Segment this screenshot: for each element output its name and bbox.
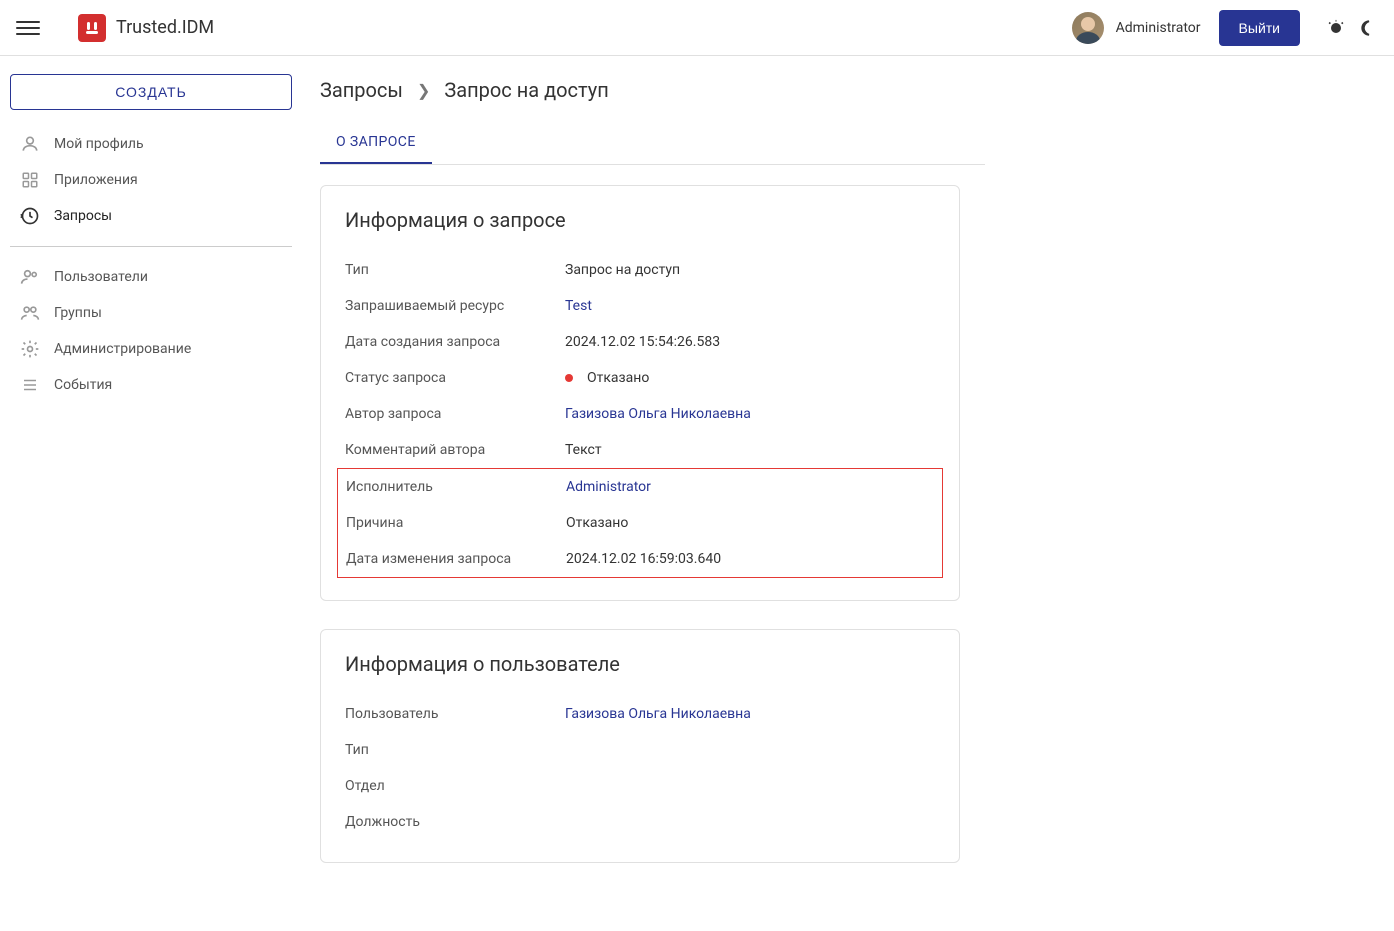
field-label: Исполнитель bbox=[346, 479, 566, 495]
row-resource: Запрашиваемый ресурс Test bbox=[345, 288, 935, 324]
status-badge: Отказано bbox=[565, 370, 649, 386]
author-link[interactable]: Газизова Ольга Николаевна bbox=[565, 406, 751, 422]
field-label: Запрашиваемый ресурс bbox=[345, 298, 565, 314]
breadcrumb-root[interactable]: Запросы bbox=[320, 78, 403, 102]
theme-toggle-icon[interactable] bbox=[1324, 16, 1348, 40]
field-value: 2024.12.02 15:54:26.583 bbox=[565, 334, 720, 350]
tab-about[interactable]: О ЗАПРОСЕ bbox=[320, 122, 432, 164]
field-value: Текст bbox=[565, 442, 602, 458]
app-title: Trusted.IDM bbox=[116, 17, 214, 38]
card-title: Информация о запросе bbox=[345, 208, 935, 232]
create-button[interactable]: СОЗДАТЬ bbox=[10, 74, 292, 110]
sidebar-item-apps[interactable]: Приложения bbox=[10, 162, 292, 198]
row-comment: Комментарий автора Текст bbox=[345, 432, 935, 468]
status-dot-icon bbox=[565, 374, 573, 382]
sidebar-item-admin[interactable]: Администрирование bbox=[10, 331, 292, 367]
executor-link[interactable]: Administrator bbox=[566, 479, 651, 495]
topbar: Trusted.IDM Administrator Выйти bbox=[0, 0, 1394, 56]
row-department: Отдел bbox=[345, 768, 935, 804]
sidebar-item-profile[interactable]: Мой профиль bbox=[10, 126, 292, 162]
row-status: Статус запроса Отказано bbox=[345, 360, 935, 396]
row-reason: Причина Отказано bbox=[346, 505, 934, 541]
field-value: Запрос на доступ bbox=[565, 262, 680, 278]
user-link[interactable]: Газизова Ольга Николаевна bbox=[565, 706, 751, 722]
field-label: Отдел bbox=[345, 778, 565, 794]
field-label: Автор запроса bbox=[345, 406, 565, 422]
apps-icon bbox=[20, 170, 40, 190]
row-modified: Дата изменения запроса 2024.12.02 16:59:… bbox=[346, 541, 934, 577]
history-icon bbox=[20, 206, 40, 226]
field-label: Должность bbox=[345, 814, 565, 830]
sidebar-item-label: Пользователи bbox=[54, 269, 148, 285]
app-logo-icon bbox=[78, 14, 106, 42]
field-label: Дата создания запроса bbox=[345, 334, 565, 350]
row-position: Должность bbox=[345, 804, 935, 840]
dark-mode-icon[interactable] bbox=[1354, 16, 1378, 40]
row-type: Тип Запрос на доступ bbox=[345, 252, 935, 288]
sidebar-divider bbox=[10, 246, 292, 247]
sidebar-item-groups[interactable]: Группы bbox=[10, 295, 292, 331]
request-info-card: Информация о запросе Тип Запрос на досту… bbox=[320, 185, 960, 601]
list-icon bbox=[20, 375, 40, 395]
sidebar-item-label: События bbox=[54, 377, 112, 393]
sidebar-item-label: Приложения bbox=[54, 172, 138, 188]
sidebar-item-requests[interactable]: Запросы bbox=[10, 198, 292, 234]
user-info-card: Информация о пользователе Пользователь Г… bbox=[320, 629, 960, 863]
user-icon bbox=[20, 134, 40, 154]
sidebar-item-label: Группы bbox=[54, 305, 102, 321]
sidebar-item-events[interactable]: События bbox=[10, 367, 292, 403]
tabs: О ЗАПРОСЕ bbox=[320, 122, 985, 165]
row-author: Автор запроса Газизова Ольга Николаевна bbox=[345, 396, 935, 432]
row-user: Пользователь Газизова Ольга Николаевна bbox=[345, 696, 935, 732]
chevron-right-icon: ❯ bbox=[417, 81, 430, 100]
group-icon bbox=[20, 303, 40, 323]
sidebar-item-label: Администрирование bbox=[54, 341, 191, 357]
field-value: 2024.12.02 16:59:03.640 bbox=[566, 551, 721, 567]
field-label: Пользователь bbox=[345, 706, 565, 722]
sidebar-item-users[interactable]: Пользователи bbox=[10, 259, 292, 295]
gear-icon bbox=[20, 339, 40, 359]
breadcrumb: Запросы ❯ Запрос на доступ bbox=[320, 78, 1364, 102]
row-executor: Исполнитель Administrator bbox=[346, 469, 934, 505]
row-user-type: Тип bbox=[345, 732, 935, 768]
logout-button[interactable]: Выйти bbox=[1219, 10, 1300, 46]
sidebar-item-label: Мой профиль bbox=[54, 136, 144, 152]
card-title: Информация о пользователе bbox=[345, 652, 935, 676]
sidebar-item-label: Запросы bbox=[54, 208, 112, 224]
row-created: Дата создания запроса 2024.12.02 15:54:2… bbox=[345, 324, 935, 360]
field-label: Тип bbox=[345, 262, 565, 278]
avatar[interactable] bbox=[1072, 12, 1104, 44]
hamburger-menu-icon[interactable] bbox=[16, 16, 40, 40]
field-label: Статус запроса bbox=[345, 370, 565, 386]
field-label: Комментарий автора bbox=[345, 442, 565, 458]
field-label: Дата изменения запроса bbox=[346, 551, 566, 567]
breadcrumb-current: Запрос на доступ bbox=[444, 78, 608, 102]
field-label: Тип bbox=[345, 742, 565, 758]
main-content: Запросы ❯ Запрос на доступ О ЗАПРОСЕ Инф… bbox=[302, 56, 1394, 931]
user-name: Administrator bbox=[1116, 20, 1201, 36]
status-text: Отказано bbox=[587, 370, 649, 386]
resource-link[interactable]: Test bbox=[565, 298, 592, 314]
sidebar: СОЗДАТЬ Мой профиль Приложения Запросы П… bbox=[0, 56, 302, 931]
highlighted-region: Исполнитель Administrator Причина Отказа… bbox=[337, 468, 943, 578]
field-value: Отказано bbox=[566, 515, 628, 531]
field-label: Причина bbox=[346, 515, 566, 531]
users-icon bbox=[20, 267, 40, 287]
